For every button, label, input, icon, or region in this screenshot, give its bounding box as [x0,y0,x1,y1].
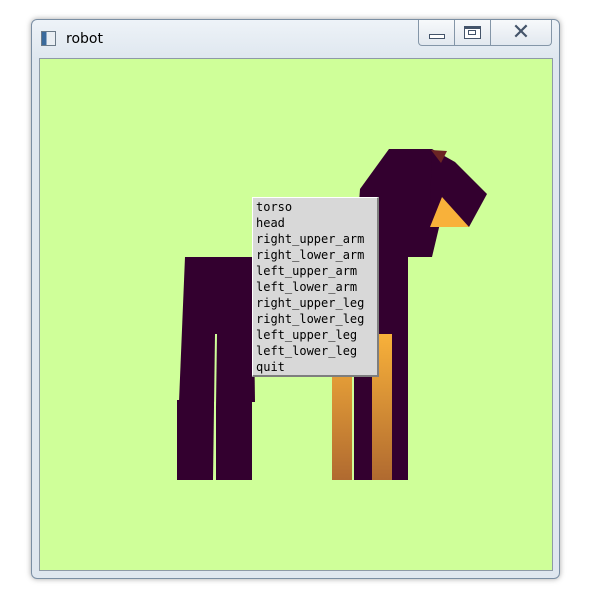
menu-item-right-lower-leg[interactable]: right_lower_leg [253,311,377,327]
context-menu: torso head right_upper_arm right_lower_a… [252,197,379,377]
maximize-button[interactable] [455,20,491,46]
close-button[interactable]: ✕ [491,20,552,46]
menu-item-right-upper-arm[interactable]: right_upper_arm [253,231,377,247]
menu-item-torso[interactable]: torso [253,199,377,215]
left-lower-arm-b [216,400,252,480]
window-title: robot [66,31,103,47]
menu-item-left-lower-leg[interactable]: left_lower_leg [253,343,377,359]
menu-item-right-upper-leg[interactable]: right_upper_leg [253,295,377,311]
left-upper-arm [179,257,255,402]
app-window-icon[interactable] [41,31,56,46]
left-leg-gap-strip [392,334,406,480]
menu-item-left-upper-leg[interactable]: left_upper_leg [253,327,377,343]
maximize-icon [464,26,481,39]
minimize-icon [428,34,445,39]
menu-item-right-lower-arm[interactable]: right_lower_arm [253,247,377,263]
window-controls: ✕ [418,20,552,47]
menu-item-left-upper-arm[interactable]: left_upper_arm [253,263,377,279]
menu-item-left-lower-arm[interactable]: left_lower_arm [253,279,377,295]
render-canvas[interactable]: torso head right_upper_arm right_lower_a… [39,58,553,571]
minimize-button[interactable] [418,20,455,46]
menu-item-head[interactable]: head [253,215,377,231]
left-lower-arm-a [177,400,214,480]
app-window: robot ✕ torso head right_upper_arm right… [31,19,560,579]
menu-item-quit[interactable]: quit [253,359,377,375]
close-icon: ✕ [511,19,531,45]
